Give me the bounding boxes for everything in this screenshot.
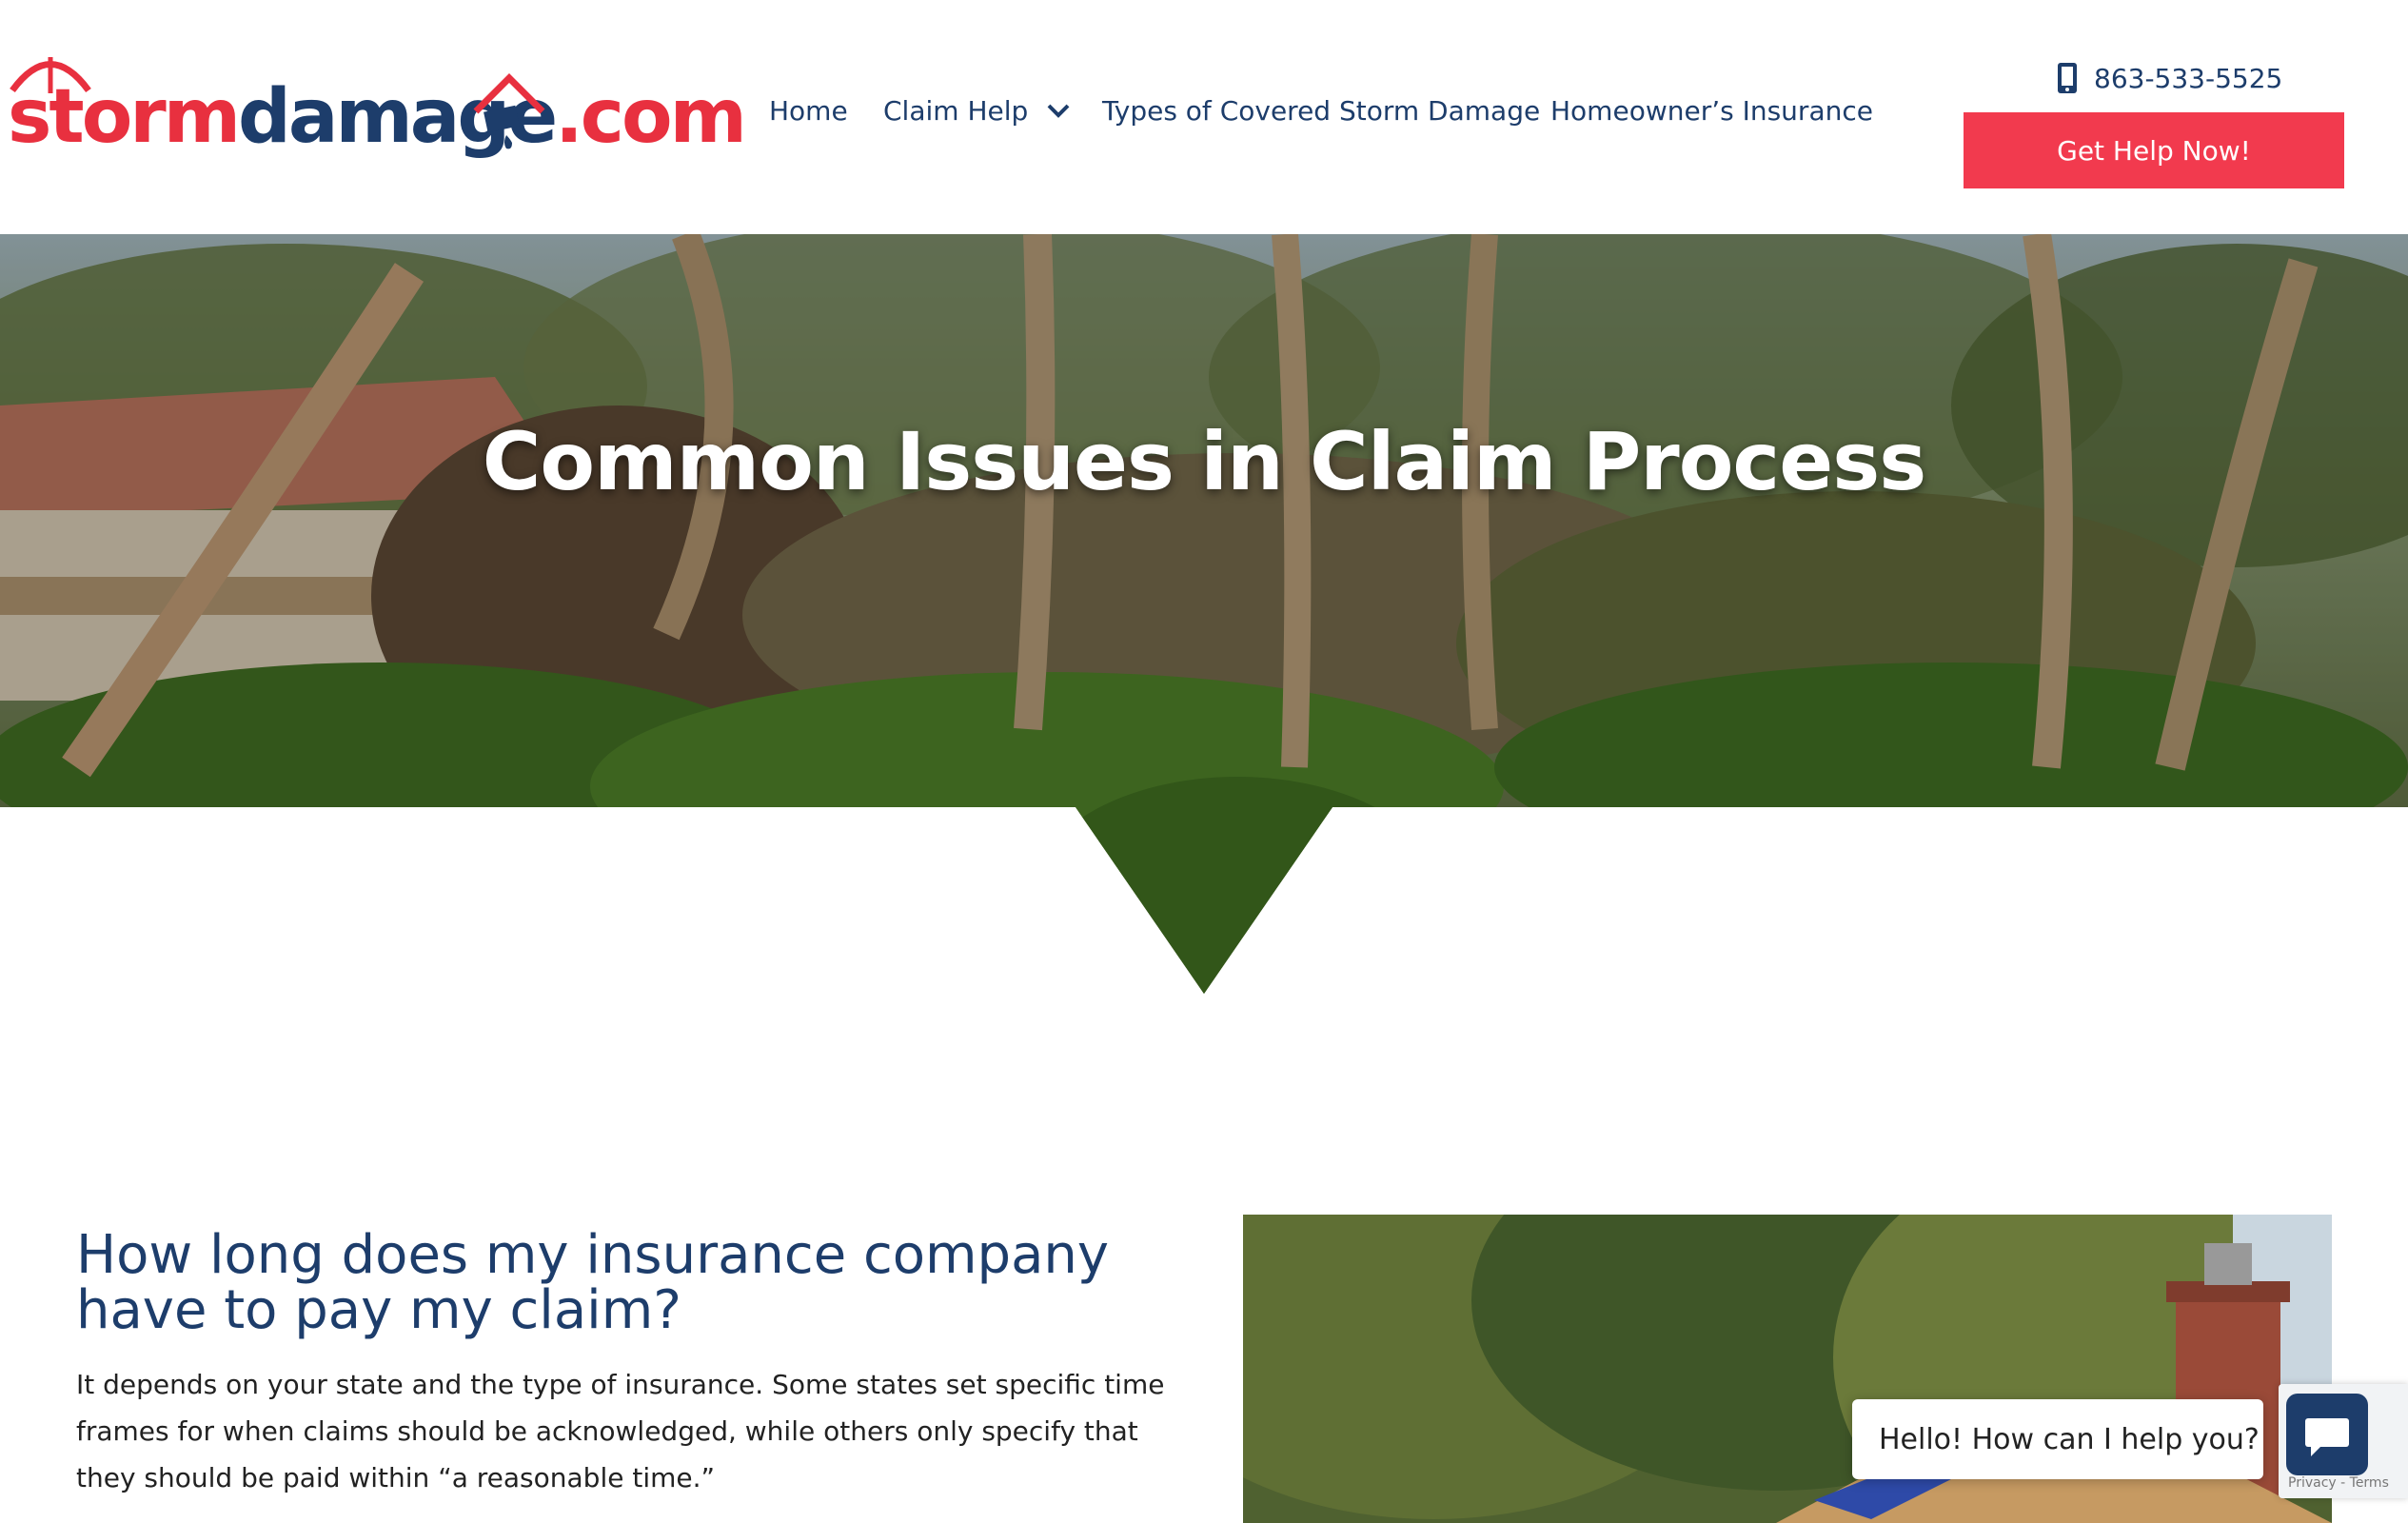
site-header: stormdamage.com Home Claim Help Types of… bbox=[0, 0, 2408, 234]
nav-claim-help[interactable]: Claim Help bbox=[883, 95, 1071, 127]
chat-open-button[interactable] bbox=[2286, 1394, 2368, 1475]
chat-icon bbox=[2305, 1418, 2349, 1456]
chat-greeting-bubble[interactable]: Hello! How can I help you? bbox=[1852, 1399, 2263, 1479]
phone-number: 863-533-5525 bbox=[2094, 62, 2283, 94]
hero-storm-damage-image bbox=[0, 234, 2408, 994]
hero-banner: Common Issues in Claim Process bbox=[0, 234, 2408, 996]
get-help-now-button[interactable]: Get Help Now! bbox=[1964, 112, 2344, 188]
faq-answer: It depends on your state and the type of… bbox=[76, 1369, 1165, 1493]
nav-homeowners-insurance[interactable]: Homeowner’s Insurance bbox=[1550, 95, 1873, 127]
phone-link[interactable]: 863-533-5525 bbox=[2056, 59, 2282, 97]
nav-home[interactable]: Home bbox=[769, 95, 848, 127]
logo-wordmark: stormdamage.com bbox=[8, 74, 747, 160]
nav-claim-help-label: Claim Help bbox=[883, 95, 1029, 127]
nav-types-of-covered-storm-damage[interactable]: Types of Covered Storm Damage bbox=[1102, 95, 1540, 127]
page-title: Common Issues in Claim Process bbox=[482, 415, 1926, 508]
recaptcha-links[interactable]: Privacy - Terms bbox=[2288, 1475, 2389, 1491]
site-logo[interactable]: stormdamage.com bbox=[8, 48, 747, 181]
mobile-phone-icon bbox=[2058, 63, 2077, 93]
faq-heading: How long does my insurance company have … bbox=[76, 1224, 1110, 1341]
house-drop-logo-icon bbox=[473, 73, 545, 149]
chevron-down-icon bbox=[1047, 104, 1070, 118]
